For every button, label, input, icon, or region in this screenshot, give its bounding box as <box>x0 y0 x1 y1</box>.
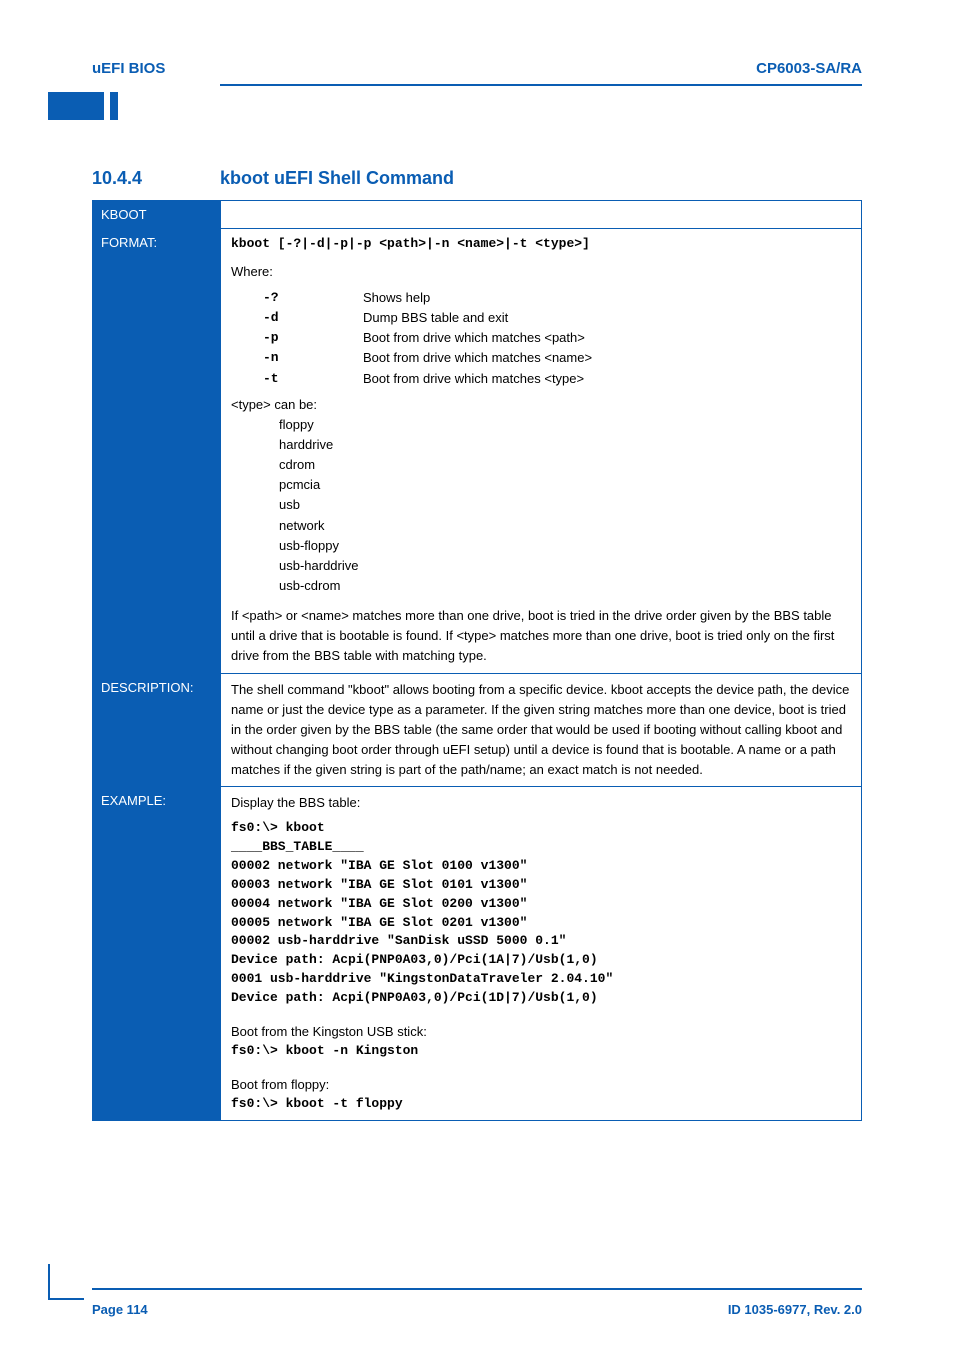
type-4: usb <box>279 495 851 515</box>
example-intro-2: Boot from the Kingston USB stick: <box>231 1022 851 1042</box>
format-where: Where: <box>231 262 851 282</box>
section-title: kboot uEFI Shell Command <box>220 168 454 189</box>
example-intro-1: Display the BBS table: <box>231 793 851 813</box>
opt-key-1: -d <box>263 308 363 328</box>
row-content-desc: The shell command "kboot" allows booting… <box>221 673 862 787</box>
page-corner-mark <box>48 1264 84 1300</box>
type-2: cdrom <box>279 455 851 475</box>
format-syntax: kboot [-?|-d|-p|-p <path>|-n <name>|-t <… <box>231 235 851 254</box>
row-content-example: Display the BBS table: fs0:\> kboot ____… <box>221 787 862 1121</box>
opt-val-4: Boot from drive which matches <type> <box>363 369 851 389</box>
header-rule <box>220 84 862 86</box>
type-6: usb-floppy <box>279 536 851 556</box>
footer-rule <box>92 1288 862 1290</box>
type-1: harddrive <box>279 435 851 455</box>
opt-val-0: Shows help <box>363 288 851 308</box>
type-5: network <box>279 516 851 536</box>
brand-logo <box>48 92 118 148</box>
opt-val-3: Boot from drive which matches <name> <box>363 348 851 368</box>
example-code-2: fs0:\> kboot -n Kingston <box>231 1042 851 1061</box>
format-note: If <path> or <name> matches more than on… <box>231 606 851 666</box>
row-label-kboot: KBOOT <box>93 201 221 229</box>
footer-docid: ID 1035-6977, Rev. 2.0 <box>728 1302 862 1317</box>
opt-key-0: -? <box>263 288 363 308</box>
example-block-1: fs0:\> kboot ____BBS_TABLE____ 00002 net… <box>231 819 851 1007</box>
row-content-kboot <box>221 201 862 229</box>
section-number: 10.4.4 <box>92 168 142 189</box>
opt-val-2: Boot from drive which matches <path> <box>363 328 851 348</box>
opt-val-1: Dump BBS table and exit <box>363 308 851 328</box>
row-label-format: FORMAT: <box>93 229 221 674</box>
description-text: The shell command "kboot" allows booting… <box>231 680 851 781</box>
footer-page: Page 114 <box>92 1302 148 1317</box>
type-7: usb-harddrive <box>279 556 851 576</box>
row-label-example: EXAMPLE: <box>93 787 221 1121</box>
row-label-desc: DESCRIPTION: <box>93 673 221 787</box>
row-content-format: kboot [-?|-d|-p|-p <path>|-n <name>|-t <… <box>221 229 862 674</box>
type-intro: <type> can be: <box>231 395 851 415</box>
header-right: CP6003-SA/RA <box>756 60 862 77</box>
type-8: usb-cdrom <box>279 576 851 596</box>
type-0: floppy <box>279 415 851 435</box>
opt-key-4: -t <box>263 369 363 389</box>
header-left: uEFI BIOS <box>92 60 165 77</box>
example-code-3: fs0:\> kboot -t floppy <box>231 1095 851 1114</box>
example-intro-3: Boot from floppy: <box>231 1075 851 1095</box>
command-table: KBOOT FORMAT: kboot [-?|-d|-p|-p <path>|… <box>92 200 862 1121</box>
opt-key-3: -n <box>263 348 363 368</box>
opt-key-2: -p <box>263 328 363 348</box>
type-3: pcmcia <box>279 475 851 495</box>
